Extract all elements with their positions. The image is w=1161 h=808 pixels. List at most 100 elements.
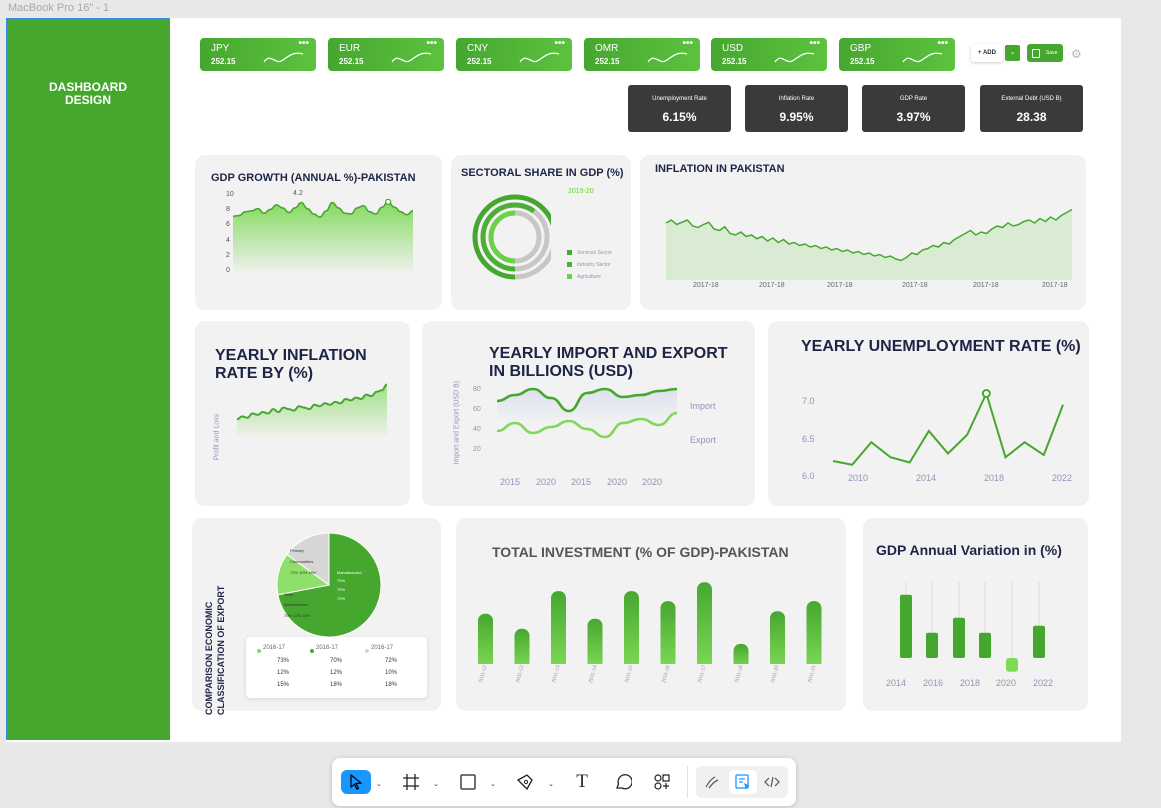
y-tick-label: 7.0	[802, 396, 815, 406]
slice-name-manufactured: Manufactured	[337, 570, 361, 575]
table-cell: 10%	[385, 670, 398, 676]
chevron-down-icon[interactable]: ⌄	[433, 780, 439, 788]
dev-annotate-tool[interactable]	[729, 770, 757, 794]
slice-percents-semi: 70% 12% 10%	[284, 613, 311, 618]
currency-chip-eur[interactable]: EUR 252.15 •••	[328, 38, 444, 71]
comment-tool[interactable]	[612, 770, 634, 794]
currency-chip-usd[interactable]: USD 252.15 •••	[711, 38, 827, 71]
draw-tool[interactable]	[701, 770, 723, 794]
chevron-down-icon[interactable]: ⌄	[490, 780, 496, 788]
legend-swatch	[567, 250, 572, 255]
design-toolbar: ⌄ ⌄ ⌄ ⌄ T	[332, 758, 796, 806]
y-axis-label: Profit and Loss	[213, 413, 221, 461]
currency-chip-gbp[interactable]: GBP 252.15 •••	[839, 38, 955, 71]
slice-name-primary-1: Primary	[290, 548, 304, 553]
legend-swatch	[567, 274, 572, 279]
table-cell: 72%	[385, 658, 398, 664]
investment-bar	[697, 582, 712, 666]
gdp-variation-card: GDP Annual Variation in (%) 2014 2016 2018…	[863, 518, 1088, 711]
dev-mode-tool[interactable]	[761, 770, 783, 794]
currency-chip-jpy[interactable]: JPY 252.15 •••	[200, 38, 316, 71]
y-tick-label: 2	[226, 251, 230, 259]
currency-value: 252.15	[467, 57, 492, 66]
x-tick-label: 2022	[1052, 473, 1073, 483]
sectoral-share-card: SECTORAL SHARE IN GDP (%) 2019-20 Servic…	[451, 155, 631, 310]
text-tool[interactable]: T	[570, 770, 594, 794]
highlight-marker	[981, 389, 991, 398]
pen-tool[interactable]	[513, 770, 537, 794]
save-button[interactable]: Save	[1027, 44, 1063, 62]
add-button[interactable]: + ADD	[971, 44, 1003, 62]
more-icon[interactable]: •••	[426, 38, 437, 49]
investment-bar	[770, 611, 785, 666]
draw-icon	[705, 776, 719, 789]
frame-tool[interactable]	[400, 770, 422, 794]
pen-icon	[516, 774, 533, 791]
variation-bar-negative	[1006, 658, 1018, 672]
unemployment-line	[832, 390, 1064, 466]
shape-tool[interactable]	[457, 770, 479, 794]
x-tick-label: 2020	[642, 477, 663, 487]
kpi-label: Inflation Rate	[778, 96, 815, 102]
legend-import: Import	[690, 401, 716, 411]
table-header: 2016-17	[371, 645, 394, 651]
sparkline-icon	[647, 52, 688, 63]
more-icon[interactable]: •••	[554, 38, 565, 49]
currency-chip-cny[interactable]: CNY 252.15 •••	[456, 38, 572, 71]
x-tick-label: 2020	[607, 477, 628, 487]
currency-chip-omr[interactable]: OMR 252.15 •••	[584, 38, 700, 71]
kpi-gdp-rate: GDP Rate 3.97%	[862, 85, 965, 132]
sparkline-icon	[263, 52, 304, 63]
y-tick-label: 40	[473, 426, 481, 433]
kpi-label: Unemployment Rate	[652, 96, 707, 102]
investment-bar	[551, 591, 566, 666]
gdp-growth-card: GDP GROWTH (ANNUAL %)-PAKISTAN 10 8 6 4 2 0 4…	[195, 155, 442, 310]
rectangle-icon	[460, 774, 476, 790]
table-header: 2016-17	[316, 645, 339, 651]
kpi-label: GDP Rate	[899, 96, 928, 102]
total-investment-card: TOTAL INVESTMENT (% OF GDP)-PAKISTAN 201…	[456, 518, 846, 711]
x-tick-label: 2016	[923, 678, 944, 688]
text-icon: T	[576, 771, 588, 792]
more-icon[interactable]: •••	[298, 38, 309, 49]
currency-code: OMR	[595, 43, 619, 54]
x-tick-label: 2022	[1033, 678, 1054, 688]
export-pie-chart: Manufactured 70% 70% 72% Primary Commodities 7…	[276, 532, 382, 638]
investment-bar	[660, 601, 676, 666]
currency-value: 252.15	[595, 57, 620, 66]
more-icon[interactable]: •••	[682, 38, 693, 49]
chevron-down-icon[interactable]: ⌄	[376, 780, 382, 788]
gear-icon[interactable]: ⚙	[1071, 47, 1082, 61]
variation-bar	[1033, 625, 1045, 658]
x-tick-label: 2017-18	[902, 282, 928, 289]
x-tick-label: 2017-18	[827, 282, 853, 289]
slice-percent: 72%	[337, 596, 345, 601]
x-tick-label: 2015	[500, 477, 521, 487]
table-cell: 12%	[277, 670, 290, 676]
move-tool[interactable]	[341, 770, 371, 794]
sparkline	[774, 52, 815, 63]
export-classification-card: COMPARISON ECONOMIC CLASSIFICATION OF EX…	[192, 518, 441, 715]
chart-title: YEARLY IMPORT AND EXPORT IN BILLIONS (US…	[489, 345, 728, 380]
table-cell: 12%	[330, 670, 343, 676]
more-icon[interactable]: •••	[809, 38, 820, 49]
chevron-down-icon[interactable]: ⌄	[548, 780, 554, 788]
inflation-pakistan-card: INFLATION IN PAKISTAN 2017-18 2017-18 2017…	[640, 155, 1086, 310]
table-cell: 73%	[277, 658, 290, 664]
x-tick-label: 2018	[984, 473, 1005, 483]
currency-code: EUR	[339, 43, 361, 54]
inflation-chart	[666, 208, 1073, 280]
add-dropdown-button[interactable]: ⌄	[1005, 45, 1020, 61]
save-icon	[1032, 49, 1040, 58]
kpi-inflation: Inflation Rate 9.95%	[745, 85, 848, 132]
x-tick-label: 2018	[960, 678, 981, 688]
code-icon	[764, 776, 780, 788]
currency-code: USD	[722, 43, 744, 54]
frame-label[interactable]: MacBook Pro 16" - 1	[8, 2, 109, 14]
table-cell: 15%	[277, 682, 290, 688]
import-export-chart	[497, 387, 678, 439]
actions-tool[interactable]	[651, 770, 673, 794]
currency-value: 252.15	[211, 57, 236, 66]
more-icon[interactable]: •••	[937, 38, 948, 49]
chart-title: COMPARISON ECONOMIC CLASSIFICATION OF EX…	[204, 585, 226, 715]
